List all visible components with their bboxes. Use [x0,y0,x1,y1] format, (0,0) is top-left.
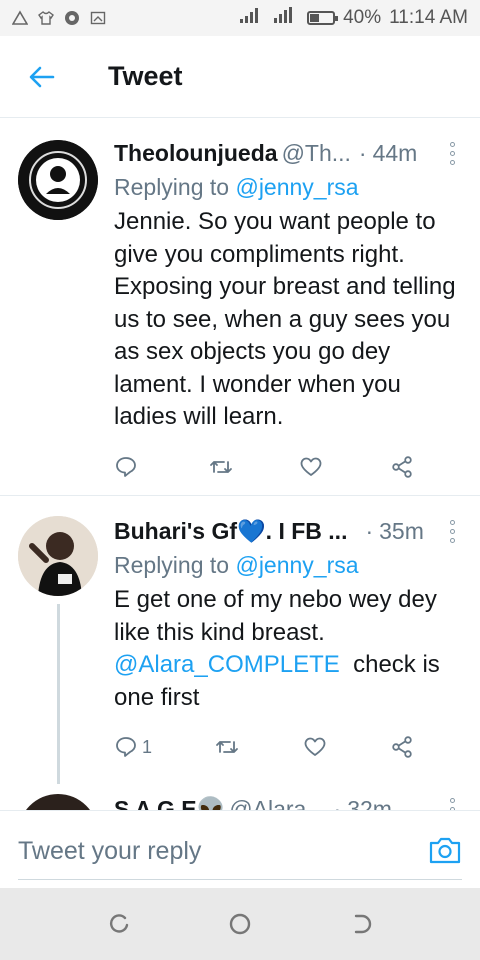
battery-icon [307,11,339,25]
system-indicators: 40% 11:14 AM [239,6,468,30]
battery-level [310,14,320,22]
tweet-header: Buhari's Gf💙. I FB ... · 35m [114,516,462,546]
arrow-left-icon [29,66,55,87]
back-nav-icon [354,914,372,934]
separator-dot: · [333,796,342,810]
display-name[interactable]: Buhari's Gf💙. I FB ... [114,516,347,546]
tweet-text-start: E get one of my nebo wey dey like this k… [114,586,437,646]
thread-line [57,604,60,784]
tweet-card[interactable]: S A G E👽 @Alara... · 32m [0,794,480,810]
separator-dot: · [365,518,374,544]
tweet-card[interactable]: Theolounjueda @Th... · 44m Replying to @… [0,118,480,496]
recent-apps-icon [110,914,129,933]
signal-hd-icon [273,6,299,30]
reply-count: 1 [142,736,153,757]
reply-icon [116,456,136,477]
user-handle: @Th... [281,140,351,166]
retweet-button[interactable] [209,452,233,482]
shirt-icon [38,10,54,26]
share-icon [392,736,412,758]
tweet-actions: 1 [114,732,414,762]
replying-to: Replying to @jenny_rsa [114,172,462,202]
reply-button[interactable]: 1 [114,732,152,762]
replying-prefix: Replying to [114,174,230,200]
reply-mention-link[interactable]: @jenny_rsa [235,552,358,578]
timestamp: 32m [347,796,392,810]
home-button[interactable] [220,904,260,944]
retweet-icon [209,460,232,473]
reply-icon [116,737,136,757]
more-options-icon[interactable] [442,516,462,546]
home-icon [229,913,251,935]
app-header: Tweet [0,36,480,118]
tweet-header: S A G E👽 @Alara... · 32m [114,794,462,810]
battery-percent: 40% [343,7,382,28]
system-nav-bar [0,888,480,960]
tweet-card[interactable]: Buhari's Gf💙. I FB ... · 35m Replying to… [0,496,480,796]
back-button[interactable] [0,36,84,118]
share-button[interactable] [390,732,414,762]
reply-input[interactable] [18,833,408,869]
tweet-text: E get one of my nebo wey dey like this k… [114,584,462,714]
like-button[interactable] [299,452,323,482]
share-button[interactable] [390,452,414,482]
page-title: Tweet [108,61,183,91]
timestamp: 44m [372,140,418,166]
reply-underline [18,879,462,880]
like-button[interactable] [303,732,327,762]
heart-icon [304,737,326,756]
avatar[interactable] [18,794,98,810]
replying-prefix: Replying to [114,552,230,578]
timestamp: 35m [379,518,424,544]
retweet-button[interactable] [215,732,239,762]
display-name[interactable]: S A G E👽 [114,794,225,810]
reply-mention-link[interactable]: @jenny_rsa [235,174,358,200]
reply-bar [0,810,480,888]
user-handle: @Alara... [229,796,326,810]
screenshot-icon [90,10,106,26]
signal-icon [239,6,265,30]
mention-link[interactable]: @Alara_COMPLETE [114,651,340,678]
notification-icons [11,10,106,26]
alert-icon [11,10,29,26]
camera-icon [429,837,461,864]
tweet-header: Theolounjueda @Th... · 44m [114,138,462,168]
recent-apps-button[interactable] [100,904,140,944]
display-name[interactable]: Theolounjueda [114,138,278,168]
avatar[interactable] [18,140,98,220]
tweet-feed[interactable]: Theolounjueda @Th... · 44m Replying to @… [0,118,480,810]
heart-icon [300,457,322,476]
replying-to: Replying to @jenny_rsa [114,550,462,580]
separator-dot: · [358,140,367,166]
back-nav-button[interactable] [340,904,380,944]
more-options-icon[interactable] [442,794,462,810]
tweet-text: Jennie. So you want people to give you c… [114,208,456,430]
avatar[interactable] [18,516,98,596]
status-bar: 40% 11:14 AM [0,0,480,36]
camera-button[interactable] [428,833,462,867]
clock: 11:14 AM [389,7,468,28]
retweet-icon [216,741,239,753]
chrome-icon [64,10,80,26]
reply-button[interactable] [114,452,142,482]
share-icon [392,455,412,478]
tweet-actions [114,452,414,482]
more-options-icon[interactable] [442,138,462,168]
